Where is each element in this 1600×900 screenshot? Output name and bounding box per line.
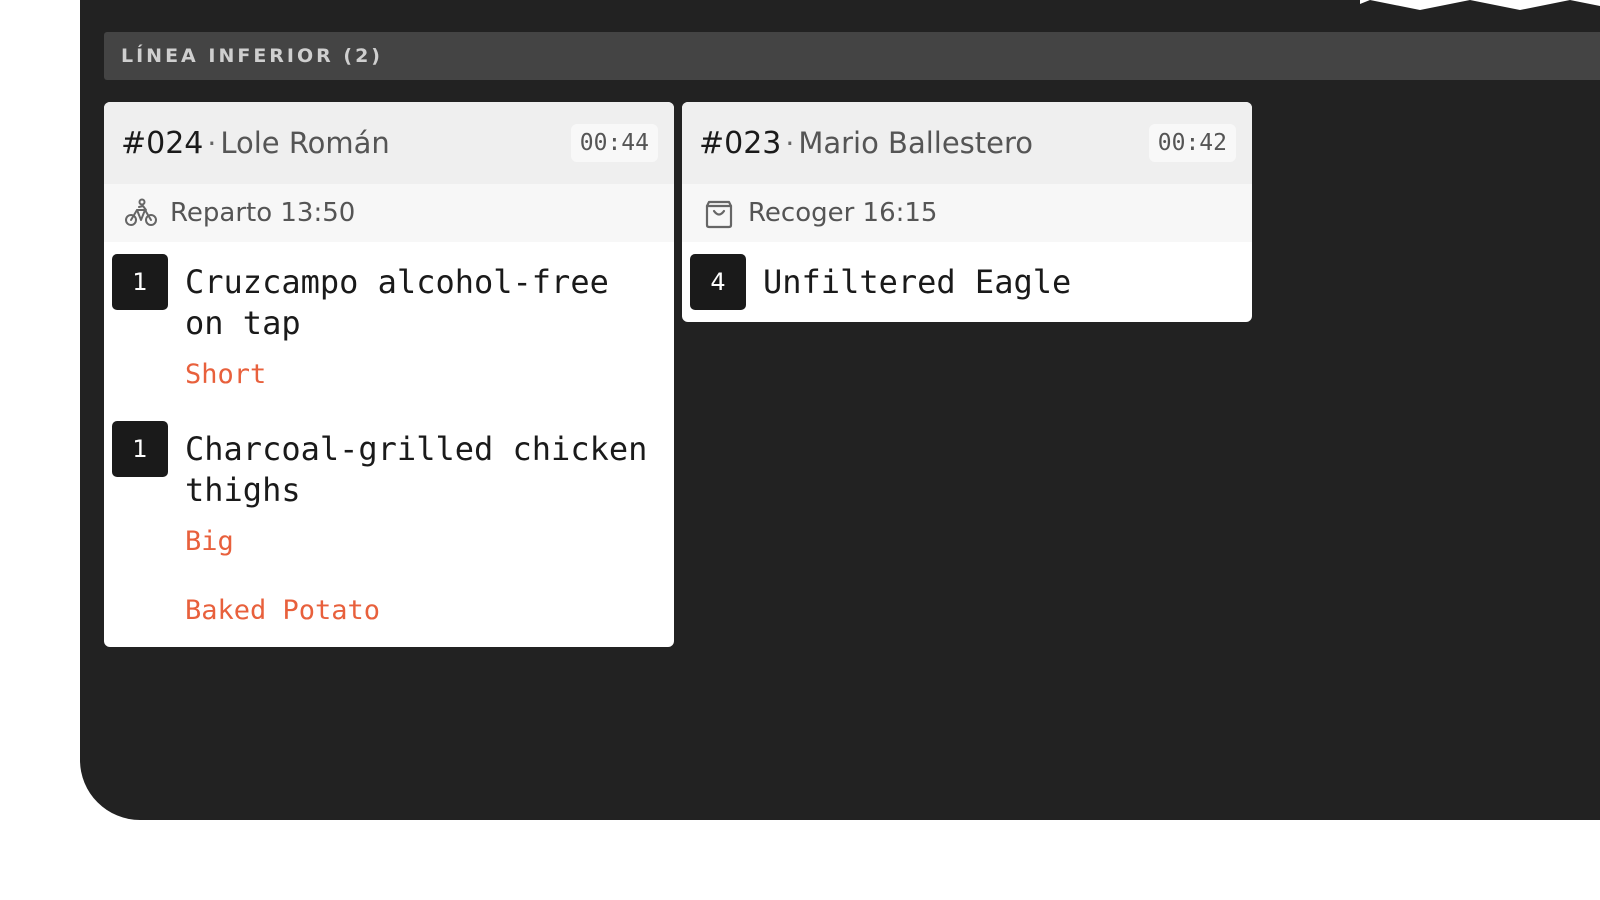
- item-name: Charcoal-grilled chicken thighs: [185, 430, 648, 509]
- order-type-row: Reparto 13:50: [104, 184, 674, 242]
- elapsed-timer: 00:44: [570, 124, 658, 162]
- ticket-header[interactable]: #024 · Lole Román 00:44: [104, 102, 674, 184]
- item-name: Unfiltered Eagle: [763, 263, 1072, 301]
- shopping-bag-icon: [702, 196, 736, 230]
- quantity-badge: 1: [112, 254, 168, 310]
- quantity-badge: 1: [112, 421, 168, 477]
- separator-dot: ·: [785, 126, 795, 160]
- order-item[interactable]: 1 Charcoal-grilled chicken thighs Big Ba…: [104, 393, 674, 647]
- elapsed-timer: 00:42: [1148, 124, 1236, 162]
- order-number: #024: [121, 125, 204, 161]
- quantity-badge: 4: [690, 254, 746, 310]
- customer-name: Lole Román: [220, 126, 390, 160]
- order-item[interactable]: 1 Cruzcampo alcohol-free on tap Short: [104, 242, 674, 393]
- order-item[interactable]: 4 Unfiltered Eagle: [682, 242, 1252, 322]
- item-modifier: Baked Potato: [185, 595, 381, 626]
- torn-edge-decoration: [1360, 0, 1600, 10]
- customer-name: Mario Ballestero: [798, 126, 1034, 160]
- item-name: Cruzcampo alcohol-free on tap: [185, 263, 609, 342]
- order-type-label: Recoger 16:15: [748, 198, 938, 228]
- item-modifier: Short: [185, 359, 267, 390]
- item-modifier: Big: [185, 526, 234, 557]
- bicycle-delivery-icon: [124, 196, 158, 230]
- order-type-label: Reparto 13:50: [170, 198, 356, 228]
- section-header[interactable]: LÍNEA INFERIOR (2): [104, 32, 1600, 80]
- order-ticket[interactable]: #024 · Lole Román 00:44 Reparto 13:50 1: [104, 102, 674, 647]
- order-ticket[interactable]: #023 · Mario Ballestero 00:42 Recoger 16…: [682, 102, 1252, 322]
- ticket-header[interactable]: #023 · Mario Ballestero 00:42: [682, 102, 1252, 184]
- separator-dot: ·: [207, 126, 217, 160]
- order-number: #023: [699, 125, 782, 161]
- order-type-row: Recoger 16:15: [682, 184, 1252, 242]
- kitchen-display-panel: LÍNEA INFERIOR (2) #024 · Lole Román 00:…: [80, 0, 1600, 820]
- section-title: LÍNEA INFERIOR (2): [121, 45, 383, 67]
